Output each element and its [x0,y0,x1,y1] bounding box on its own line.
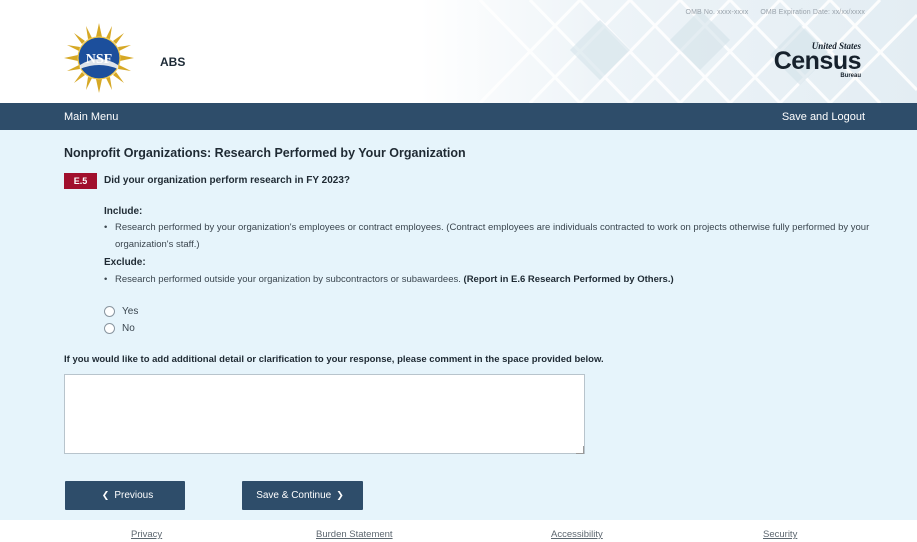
exclude-label: Exclude: [104,257,146,268]
radio-option-no[interactable]: No [104,323,135,334]
comment-label: If you would like to add additional deta… [64,354,604,365]
census-logo: United States Census Bureau [773,41,862,79]
nsf-logo-text: NSF [86,52,112,67]
page-title: Nonprofit Organizations: Research Perfor… [64,146,466,160]
footer-link-accessibility[interactable]: Accessibility [551,529,603,540]
question-text: Did your organization perform research i… [104,175,350,186]
radio-label-yes: Yes [122,306,139,317]
app-name: ABS [160,55,186,69]
page-header: OMB No. xxxx-xxxx OMB Expiration Date: x… [0,0,917,103]
radio-label-no: No [122,323,135,334]
radio-button-no[interactable] [104,323,115,334]
omb-number: OMB No. xxxx-xxxx [685,9,749,16]
radio-button-yes[interactable] [104,306,115,317]
previous-button[interactable]: ❮ Previous [65,481,185,510]
question-number-badge: E.5 [64,173,97,189]
include-label: Include: [104,206,143,217]
previous-button-label: Previous [114,490,154,501]
main-content: Nonprofit Organizations: Research Perfor… [0,130,917,520]
footer-link-privacy[interactable]: Privacy [131,529,162,540]
save-continue-button-label: Save & Continue [256,490,332,501]
include-item-text: Research performed by your organization'… [115,222,870,250]
footer-link-security[interactable]: Security [763,529,797,540]
bullet-icon: • [104,222,108,233]
save-and-logout-link[interactable]: Save and Logout [782,111,865,123]
census-logo-word: Census [773,47,862,75]
resize-grip-icon[interactable] [576,446,584,454]
exclude-item-note: (Report in E.6 Research Performed by Oth… [463,274,674,285]
omb-info: OMB No. xxxx-xxxx OMB Expiration Date: x… [686,9,865,16]
exclude-item: • Research performed outside your organi… [104,271,874,288]
radio-option-yes[interactable]: Yes [104,306,138,317]
comment-textarea[interactable] [64,374,585,454]
include-item: • Research performed by your organizatio… [104,219,874,253]
page-footer: Privacy Burden Statement Accessibility S… [0,520,917,542]
nsf-logo: NSF [64,23,134,93]
chevron-right-icon: ❯ [336,490,344,500]
top-nav-bar: Main Menu Save and Logout [0,103,917,130]
footer-link-burden-statement[interactable]: Burden Statement [316,529,393,540]
exclude-item-text: Research performed outside your organiza… [115,274,461,285]
chevron-left-icon: ❮ [101,490,110,500]
main-menu-link[interactable]: Main Menu [64,111,118,123]
bullet-icon: • [104,274,108,285]
omb-expiration: OMB Expiration Date: xx/xx/xxxx [760,9,865,16]
save-continue-button[interactable]: Save & Continue ❯ [242,481,363,510]
